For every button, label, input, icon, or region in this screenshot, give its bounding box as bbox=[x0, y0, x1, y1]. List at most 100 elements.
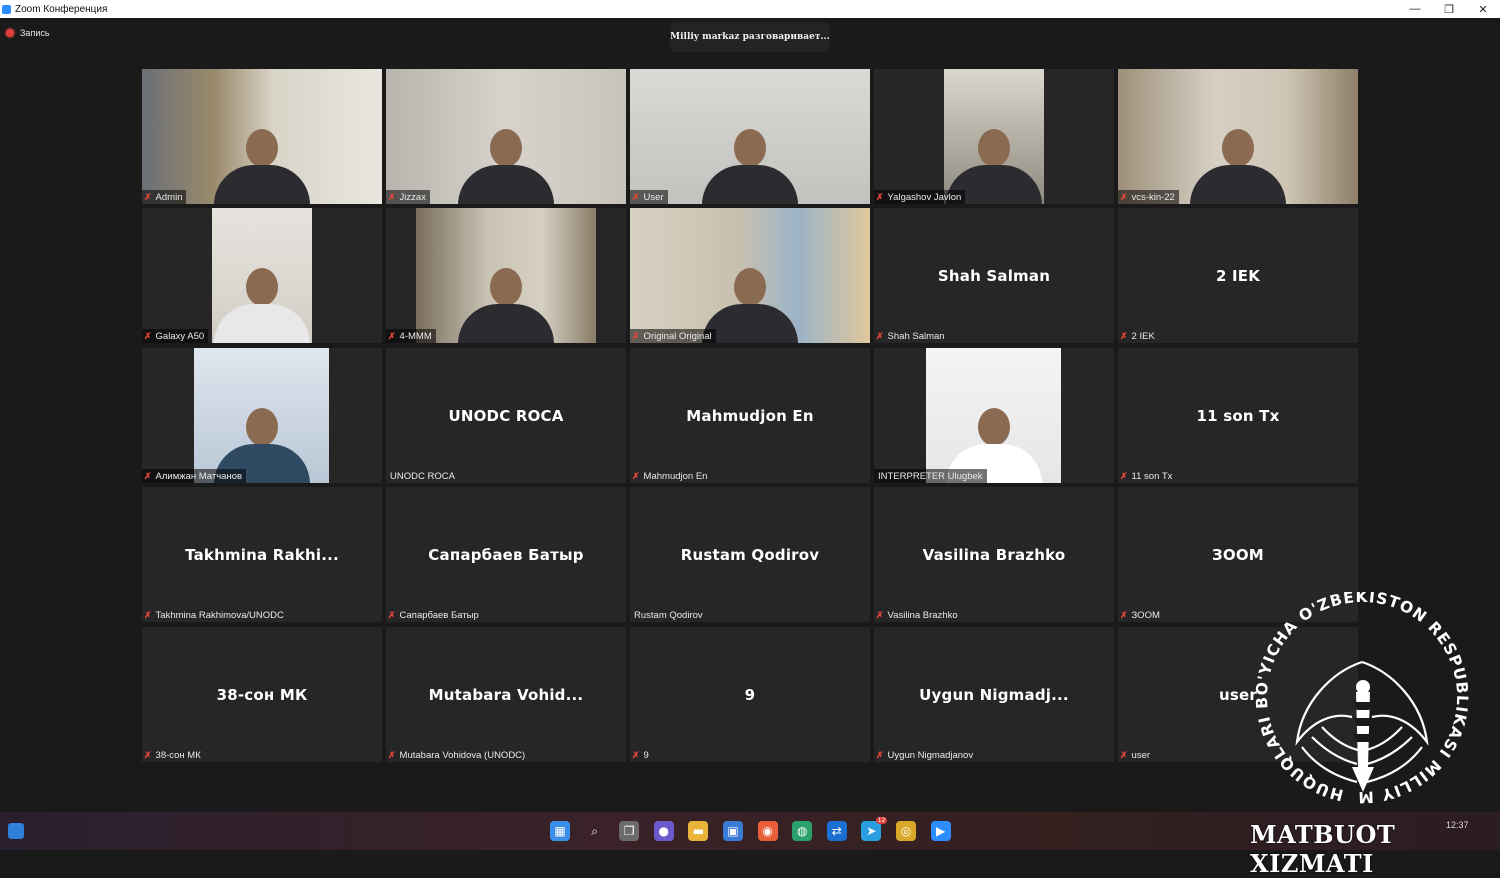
participant-display-name: Takhmina Rakhi... bbox=[185, 545, 339, 564]
windows-start-icon[interactable]: ▦ bbox=[550, 821, 570, 841]
participant-tile[interactable]: ✗ Jizzax bbox=[386, 69, 626, 204]
participant-video bbox=[212, 208, 312, 343]
participant-display-name: Shah Salman bbox=[937, 266, 1051, 285]
participant-tile[interactable]: ✗ Yalgashov Javlon bbox=[874, 69, 1114, 204]
zoom-icon[interactable]: ▶ bbox=[930, 821, 951, 841]
participant-tile[interactable]: 11 son Tx ✗ 11 son Tx bbox=[1118, 348, 1358, 483]
participant-name: Yalgashov Javlon bbox=[887, 191, 962, 203]
restore-button[interactable]: ❐ bbox=[1432, 0, 1466, 18]
participant-tile[interactable]: Takhmina Rakhi... ✗ Takhmina Rakhimova/UNO… bbox=[142, 487, 382, 622]
participant-video bbox=[142, 69, 382, 204]
person-silhouette bbox=[490, 129, 522, 167]
participant-tile[interactable]: INTERPRETER Ulugbek bbox=[874, 348, 1114, 483]
participant-tile[interactable]: ✗ Original Original bbox=[630, 208, 870, 343]
participant-tile[interactable]: 2 IEK ✗ 2 IEK bbox=[1118, 208, 1358, 343]
person-body bbox=[1190, 165, 1286, 204]
edge-icon[interactable]: ◍ bbox=[792, 821, 813, 841]
participant-name-label: ✗ Shah Salman bbox=[874, 329, 949, 343]
teamviewer-icon[interactable]: ⇄ bbox=[826, 821, 847, 841]
chrome-icon[interactable]: ◎ bbox=[896, 821, 916, 841]
telegram-icon[interactable]: ➤ 12 bbox=[861, 817, 888, 841]
participant-tile[interactable]: ✗ User bbox=[630, 69, 870, 204]
person-silhouette bbox=[734, 129, 766, 167]
recording-indicator[interactable]: Запись bbox=[6, 28, 50, 38]
minimize-button[interactable]: — bbox=[1398, 0, 1432, 18]
participant-name: Сапарбаев Батыр bbox=[399, 609, 479, 621]
participant-video bbox=[416, 208, 596, 343]
participant-name-label: ✗ Galaxy A50 bbox=[142, 329, 209, 343]
participant-name-label: ✗ vcs-kin-22 bbox=[1118, 190, 1179, 204]
participant-display-name: Vasilina Brazhko bbox=[922, 545, 1066, 564]
muted-mic-icon: ✗ bbox=[388, 191, 396, 202]
participant-name-label: INTERPRETER Ulugbek bbox=[874, 469, 987, 483]
participant-name: Mutabara Vohidova (UNODC) bbox=[399, 749, 526, 761]
person-silhouette bbox=[246, 268, 278, 306]
firefox-icon[interactable]: ◉ bbox=[757, 821, 778, 841]
participant-display-name: 38-сон МК bbox=[216, 685, 308, 704]
participant-tile[interactable]: Rustam Qodirov Rustam Qodirov bbox=[630, 487, 870, 622]
participant-tile[interactable]: ✗ Admin bbox=[142, 69, 382, 204]
task-view-icon[interactable]: ❐ bbox=[619, 821, 640, 841]
participant-tile[interactable]: ✗ Алимжан Матчанов bbox=[142, 348, 382, 483]
participant-tile[interactable]: 9 ✗ 9 bbox=[630, 627, 870, 762]
person-silhouette bbox=[734, 268, 766, 306]
recording-label: Запись bbox=[20, 28, 50, 38]
muted-mic-icon: ✗ bbox=[1120, 749, 1128, 760]
participant-display-name: Сапарбаев Батыр bbox=[428, 545, 584, 564]
participant-name: 9 bbox=[643, 749, 649, 761]
participant-name-label: ✗ user bbox=[1118, 748, 1154, 762]
participant-name: Takhmina Rakhimova/UNODC bbox=[155, 609, 284, 621]
participant-display-name: 11 son Tx bbox=[1196, 406, 1280, 425]
person-body bbox=[458, 304, 554, 343]
participant-tile[interactable]: Сапарбаев Батыр ✗ Сапарбаев Батыр bbox=[386, 487, 626, 622]
close-button[interactable]: ✕ bbox=[1466, 0, 1500, 18]
participant-display-name: Mahmudjon En bbox=[686, 406, 814, 425]
participant-name-label: ✗ Uygun Nigmadjanov bbox=[874, 748, 977, 762]
participant-name: user bbox=[1131, 749, 1151, 761]
participant-name-label: ✗ Сапарбаев Батыр bbox=[386, 608, 483, 622]
participant-tile[interactable]: Vasilina Brazhko ✗ Vasilina Brazhko bbox=[874, 487, 1114, 622]
participant-tile[interactable]: UNODC ROCA UNODC ROCA bbox=[386, 348, 626, 483]
person-body bbox=[702, 165, 798, 204]
participant-tile[interactable]: Uygun Nigmadj... ✗ Uygun Nigmadjanov bbox=[874, 627, 1114, 762]
person-silhouette bbox=[1222, 129, 1254, 167]
person-body bbox=[458, 165, 554, 204]
participant-display-name: 2 IEK bbox=[1215, 266, 1261, 285]
widgets-icon[interactable] bbox=[8, 823, 24, 839]
muted-mic-icon: ✗ bbox=[632, 749, 640, 760]
search-icon[interactable]: ⌕ bbox=[585, 821, 605, 841]
teams-chat-icon[interactable]: ● bbox=[653, 821, 674, 841]
notification-badge: 12 bbox=[875, 817, 888, 824]
participant-tile[interactable]: ✗ 4-MMM bbox=[386, 208, 626, 343]
muted-mic-icon: ✗ bbox=[1120, 330, 1128, 341]
participant-name: UNODC ROCA bbox=[390, 470, 455, 482]
participant-display-name: Mutabara Vohid... bbox=[428, 685, 584, 704]
participant-name-label: ✗ 11 son Tx bbox=[1118, 469, 1176, 483]
watermark-caption: MATBUOT XIZMATI bbox=[1250, 820, 1396, 878]
participant-tile[interactable]: 38-сон МК ✗ 38-сон МК bbox=[142, 627, 382, 762]
participant-display-name: Rustam Qodirov bbox=[680, 545, 820, 564]
participant-tile[interactable]: Mahmudjon En ✗ Mahmudjon En bbox=[630, 348, 870, 483]
participant-name-label: ✗ Mahmudjon En bbox=[630, 469, 711, 483]
participant-display-name: UNODC ROCA bbox=[448, 406, 564, 425]
participant-name-label: ✗ 4-MMM bbox=[386, 329, 436, 343]
participant-name: Uygun Nigmadjanov bbox=[887, 749, 974, 761]
participant-video bbox=[194, 348, 329, 483]
file-explorer-icon[interactable]: ▬ bbox=[688, 821, 709, 841]
window-controls: — ❐ ✕ bbox=[1398, 0, 1500, 18]
participant-name-label: ✗ Алимжан Матчанов bbox=[142, 469, 247, 483]
person-silhouette bbox=[490, 268, 522, 306]
participant-tile[interactable]: ✗ vcs-kin-22 bbox=[1118, 69, 1358, 204]
muted-mic-icon: ✗ bbox=[632, 330, 640, 341]
muted-mic-icon: ✗ bbox=[876, 749, 884, 760]
participant-name: 4-MMM bbox=[399, 330, 432, 342]
muted-mic-icon: ✗ bbox=[388, 330, 396, 341]
participant-name: vcs-kin-22 bbox=[1131, 191, 1175, 203]
participant-name: 38-сон МК bbox=[155, 749, 201, 761]
participant-name-label: ✗ Vasilina Brazhko bbox=[874, 608, 962, 622]
participant-tile[interactable]: Mutabara Vohid... ✗ Mutabara Vohidova (UNO… bbox=[386, 627, 626, 762]
store-icon[interactable]: ▣ bbox=[723, 821, 743, 841]
muted-mic-icon: ✗ bbox=[144, 470, 152, 481]
participant-tile[interactable]: Shah Salman ✗ Shah Salman bbox=[874, 208, 1114, 343]
participant-tile[interactable]: ✗ Galaxy A50 bbox=[142, 208, 382, 343]
